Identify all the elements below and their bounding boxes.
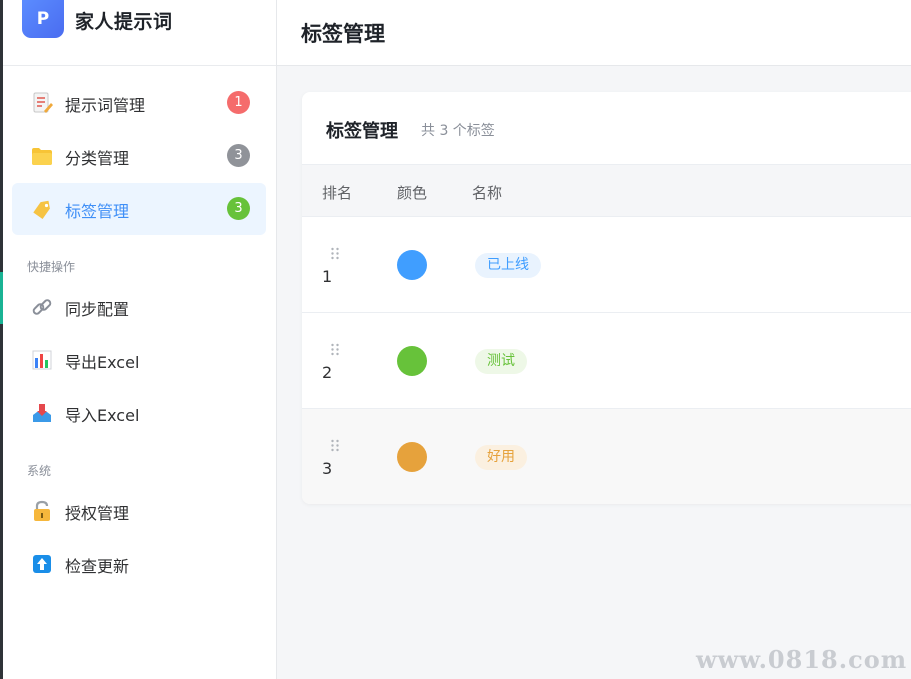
column-header-name[interactable]: 名称 (472, 182, 502, 203)
sidebar-item-label: 分类管理 (65, 149, 130, 168)
color-swatch (397, 442, 427, 472)
import-icon (33, 404, 51, 422)
sidebar-item-label: 授权管理 (65, 504, 130, 523)
sidebar-item-label: 检查更新 (65, 557, 130, 576)
tag-label: 测试 (475, 349, 527, 374)
prompt-document-icon (33, 92, 53, 113)
rank-value: 1 (322, 267, 333, 286)
sidebar-item-label: 提示词管理 (65, 96, 146, 115)
table-row[interactable]: 3 好用 (302, 409, 911, 504)
sidebar-item-check-update[interactable]: 检查更新 (12, 538, 266, 590)
sidebar-item-license[interactable]: 授权管理 (12, 485, 266, 537)
color-swatch (397, 250, 427, 280)
app-title: 家人提示词 (75, 11, 173, 33)
link-icon (32, 299, 52, 315)
rank-value: 3 (322, 459, 333, 478)
section-label-quick: 快捷操作 (27, 260, 76, 274)
tags-card: 标签管理 共 3 个标签 排名 颜色 名称 1 已上线 2 测试 3 好用 (302, 92, 911, 504)
section-label-system: 系统 (27, 464, 52, 478)
upload-arrow-icon (33, 555, 51, 573)
table-header: 排名 颜色 名称 (302, 164, 911, 217)
sidebar-item-prompts[interactable]: 提示词管理 1 (12, 77, 266, 129)
column-header-rank[interactable]: 排名 (322, 182, 352, 203)
app-logo: P (22, 0, 64, 38)
count-badge: 1 (227, 91, 250, 114)
rank-value: 2 (322, 363, 333, 382)
tag-label: 已上线 (475, 253, 541, 278)
main-header: 标签管理 (277, 0, 911, 66)
drag-handle-icon[interactable] (330, 247, 340, 260)
bar-chart-icon (32, 350, 52, 370)
table-row[interactable]: 1 已上线 (302, 217, 911, 313)
lock-icon (34, 500, 50, 521)
count-badge: 3 (227, 197, 250, 220)
drag-handle-icon[interactable] (330, 439, 340, 452)
brand-header: P 家人提示词 (3, 0, 276, 66)
tag-label: 好用 (475, 445, 527, 470)
table-row[interactable]: 2 测试 (302, 313, 911, 409)
sidebar-item-import-excel[interactable]: 导入Excel (12, 387, 266, 439)
folder-icon (32, 148, 52, 165)
count-badge: 3 (227, 144, 250, 167)
sidebar-item-categories[interactable]: 分类管理 3 (12, 130, 266, 182)
page-title: 标签管理 (301, 22, 385, 46)
tag-icon (33, 200, 50, 220)
color-swatch (397, 346, 427, 376)
watermark: www.0818.com (696, 645, 908, 674)
sidebar-item-label: 同步配置 (65, 300, 130, 319)
tag-count: 共 3 个标签 (421, 123, 495, 139)
card-title: 标签管理 (326, 121, 398, 142)
column-header-color[interactable]: 颜色 (397, 182, 427, 203)
sidebar-item-export-excel[interactable]: 导出Excel (12, 334, 266, 386)
sidebar-item-sync[interactable]: 同步配置 (12, 281, 266, 333)
sidebar-item-tags[interactable]: 标签管理 3 (12, 183, 266, 235)
drag-handle-icon[interactable] (330, 343, 340, 356)
sidebar-item-label: 导出Excel (65, 353, 140, 372)
sidebar-item-label: 标签管理 (65, 202, 130, 221)
sidebar: P 家人提示词 提示词管理 1 分类管理 3 标签管理 3 快捷操作 同步配置 … (3, 0, 277, 679)
sidebar-item-label: 导入Excel (65, 406, 140, 425)
